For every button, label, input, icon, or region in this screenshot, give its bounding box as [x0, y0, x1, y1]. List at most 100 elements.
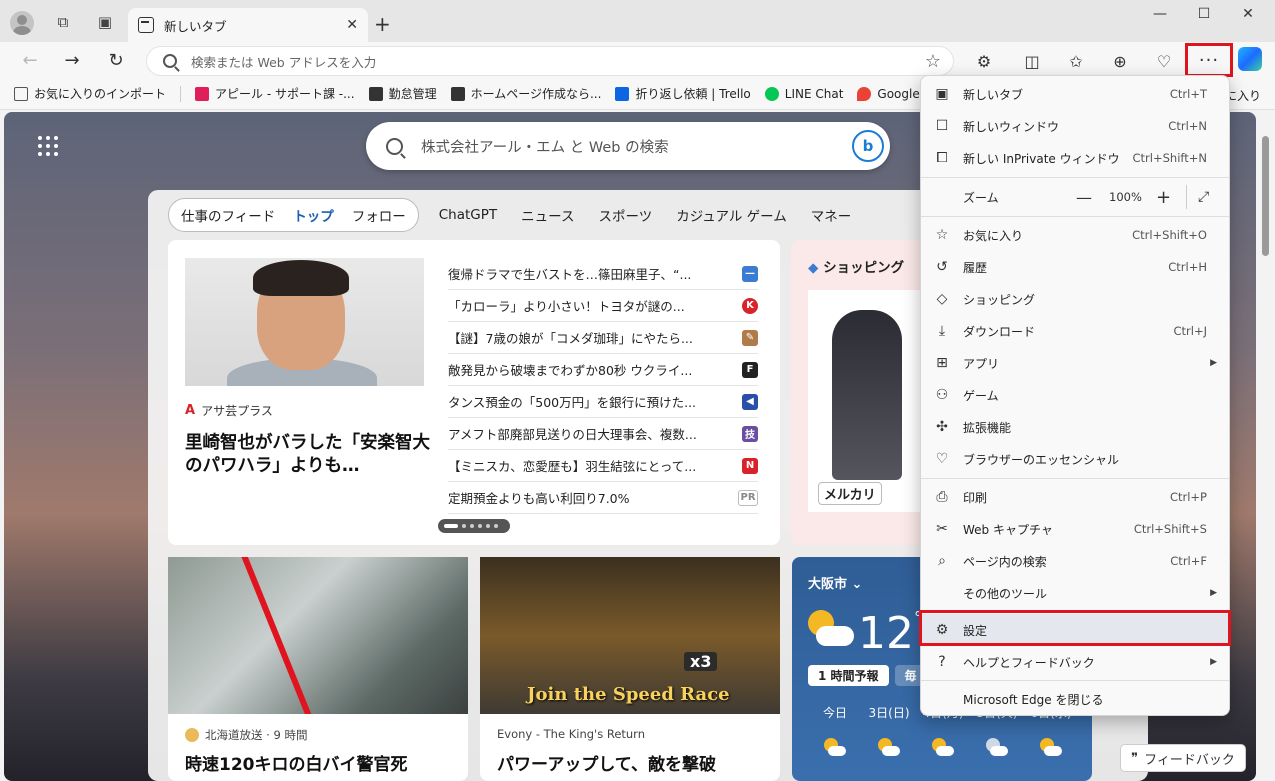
tab-title: 新しいタブ	[164, 18, 227, 34]
web-search-box[interactable]: 株式会社アール・エム と Web の検索 b	[366, 122, 890, 170]
menu-item-find-on-page[interactable]: ⌕ ページ内の検索 Ctrl+F	[921, 545, 1229, 577]
hero-headline[interactable]: 里崎智也がバラした「安楽智大のパワハラ」よりも…	[185, 432, 430, 478]
minimize-icon[interactable]: —	[1140, 6, 1180, 22]
menu-divider	[921, 177, 1229, 178]
menu-item-more-tools[interactable]: その他のツール ▶	[921, 577, 1229, 609]
address-bar[interactable]: 検索または Web アドレスを入力 ☆	[146, 46, 954, 76]
tab-actions-icon[interactable]: ▣	[92, 9, 118, 35]
favorite-attendance[interactable]: 勤怠管理	[368, 85, 437, 102]
favorite-line[interactable]: LINE Chat	[764, 86, 843, 101]
card1-headline[interactable]: 時速120キロの白バイ警官死	[185, 750, 408, 775]
source-badge-icon: ✎	[742, 329, 758, 346]
favorite-label: 折り返し依頼 | Trello	[635, 87, 751, 101]
menu-item-downloads[interactable]: ⤓ ダウンロード Ctrl+J	[921, 315, 1229, 347]
nav-money[interactable]: マネー	[811, 205, 852, 225]
add-favorite-star-icon[interactable]: ☆	[925, 51, 941, 72]
tab-follow[interactable]: フォロー	[352, 205, 406, 225]
scrollbar-thumb[interactable]	[1262, 136, 1269, 256]
back-icon[interactable]: ←	[16, 48, 44, 72]
forward-icon[interactable]: →	[58, 48, 86, 72]
menu-item-games[interactable]: ⚇ ゲーム	[921, 379, 1229, 411]
trello-icon	[615, 86, 630, 101]
menu-item-close-edge[interactable]: Microsoft Edge を閉じる	[921, 683, 1229, 715]
chevron-right-icon: ▶	[1210, 588, 1217, 598]
bird-icon	[368, 86, 383, 101]
nav-chatgpt[interactable]: ChatGPT	[439, 207, 497, 223]
pr-badge: PR	[738, 489, 758, 506]
settings-and-more-button[interactable]: ···	[1185, 43, 1233, 77]
nav-news[interactable]: ニュース	[521, 205, 574, 225]
tab-new-tab[interactable]: 新しいタブ ✕	[128, 8, 368, 42]
menu-label: ヘルプとフィードバック	[963, 655, 1095, 670]
chevron-down-icon: ⌄	[851, 577, 863, 592]
menu-item-new-window[interactable]: ☐ 新しいウィンドウ Ctrl+N	[921, 110, 1229, 142]
hero-photo[interactable]	[185, 258, 424, 386]
menu-item-shopping[interactable]: ◇ ショッピング	[921, 283, 1229, 315]
tab-top[interactable]: トップ	[293, 205, 334, 225]
list-item[interactable]: 【謎】7歳の娘が「コメダ珈琲」にやたら... ✎	[448, 322, 758, 354]
asagei-logo-icon: A	[185, 403, 196, 418]
maximize-icon[interactable]: ☐	[1184, 6, 1224, 22]
favorite-trello[interactable]: 折り返し依頼 | Trello	[615, 85, 751, 102]
hero-source-name: アサ芸プラス	[201, 404, 273, 418]
menu-item-web-capture[interactable]: ✂ Web キャプチャ Ctrl+Shift+S	[921, 513, 1229, 545]
carousel-pager[interactable]	[438, 519, 510, 533]
favorite-label: 勤怠管理	[388, 87, 437, 101]
nav-sports[interactable]: スポーツ	[598, 205, 652, 225]
nav-casual-games[interactable]: カジュアル ゲーム	[676, 205, 787, 225]
menu-item-extensions[interactable]: ✣ 拡張機能	[921, 411, 1229, 443]
menu-item-new-tab[interactable]: ▣ 新しいタブ Ctrl+T	[921, 78, 1229, 110]
refresh-icon[interactable]: ↻	[102, 48, 130, 72]
fullscreen-icon[interactable]: ⤢	[1198, 189, 1209, 205]
favorite-label: お気に入りのインポート	[34, 87, 167, 101]
list-item[interactable]: アメフト部廃部見送りの日大理事会、複数... 技	[448, 418, 758, 450]
hero-source: A アサ芸プラス	[185, 402, 273, 419]
figure-product-photo	[832, 310, 902, 480]
menu-label: ブラウザーのエッセンシャル	[963, 452, 1120, 467]
browser-essentials-icon[interactable]: ♡	[1152, 50, 1176, 72]
profile-avatar[interactable]	[10, 11, 34, 35]
favorite-homepage[interactable]: ホームページ作成なら...	[450, 85, 601, 102]
tab-work-feed[interactable]: 仕事のフィード	[181, 205, 275, 225]
headline-text: アメフト部廃部見送りの日大理事会、複数...	[448, 427, 697, 442]
list-item[interactable]: タンス預金の「500万円」を銀行に預けた... ◀	[448, 386, 758, 418]
bing-chat-icon[interactable]: b	[852, 130, 884, 162]
split-screen-icon[interactable]: ◫	[1020, 50, 1044, 72]
new-tab-plus-icon[interactable]: +	[374, 12, 391, 36]
menu-item-favorites[interactable]: ☆ お気に入り Ctrl+Shift+O	[921, 219, 1229, 251]
zoom-out-icon[interactable]: —	[1076, 188, 1092, 207]
list-item[interactable]: 復帰ドラマで生バストを…篠田麻里子、“... —	[448, 258, 758, 290]
menu-item-help-feedback[interactable]: ? ヘルプとフィードバック ▶	[921, 646, 1229, 678]
copilot-icon[interactable]	[1238, 47, 1262, 71]
favorite-slack[interactable]: アピール - サポート課 -...	[195, 85, 355, 102]
favorite-import[interactable]: お気に入りのインポート	[14, 85, 166, 102]
card2-headline[interactable]: パワーアップして、敵を撃破	[497, 750, 716, 775]
window-close-icon[interactable]: ✕	[1228, 6, 1268, 22]
other-favorites[interactable]: に入り	[1225, 87, 1261, 104]
app-launcher-icon[interactable]	[38, 136, 58, 156]
list-item[interactable]: 敵発見から破壊までわずか80秒 ウクライ... F	[448, 354, 758, 386]
weather-city[interactable]: 大阪市 ⌄	[808, 573, 862, 592]
list-item[interactable]: 定期預金よりも高い利回り7.0% PR	[448, 482, 758, 514]
favorites-star-icon[interactable]: ✩	[1064, 50, 1088, 72]
tab-close-icon[interactable]: ✕	[346, 17, 358, 33]
list-item[interactable]: 【ミニスカ、恋愛歴も】羽生結弦にとって... N	[448, 450, 758, 482]
list-item[interactable]: 「カローラ」より小さい！トヨタが謎の... K	[448, 290, 758, 322]
menu-item-print[interactable]: ⎙ 印刷 Ctrl+P	[921, 481, 1229, 513]
workspaces-icon[interactable]: ⧉	[50, 9, 76, 35]
zoom-in-icon[interactable]: +	[1156, 187, 1171, 208]
shopping-title[interactable]: ◆ ショッピング	[808, 256, 904, 276]
tab-hourly-forecast[interactable]: 1 時間予報	[808, 665, 889, 686]
apps-icon: ⊞	[936, 355, 948, 371]
menu-item-history[interactable]: ↺ 履歴 Ctrl+H	[921, 251, 1229, 283]
favorites-divider	[180, 85, 182, 102]
tab-strip: ⧉ ▣ 新しいタブ ✕ + — ☐ ✕	[0, 0, 1275, 42]
menu-item-browser-essentials[interactable]: ♡ ブラウザーのエッセンシャル	[921, 443, 1229, 475]
feedback-button[interactable]: ❞ フィードバック	[1120, 744, 1246, 772]
search-icon	[163, 54, 177, 68]
menu-item-apps[interactable]: ⊞ アプリ ▶	[921, 347, 1229, 379]
menu-item-inprivate[interactable]: ⧠ 新しい InPrivate ウィンドウ Ctrl+Shift+N	[921, 142, 1229, 174]
new-window-icon: ☐	[935, 118, 949, 134]
extensions-puzzle-icon[interactable]: ⚙	[972, 50, 996, 72]
collections-icon[interactable]: ⊕	[1108, 50, 1132, 72]
